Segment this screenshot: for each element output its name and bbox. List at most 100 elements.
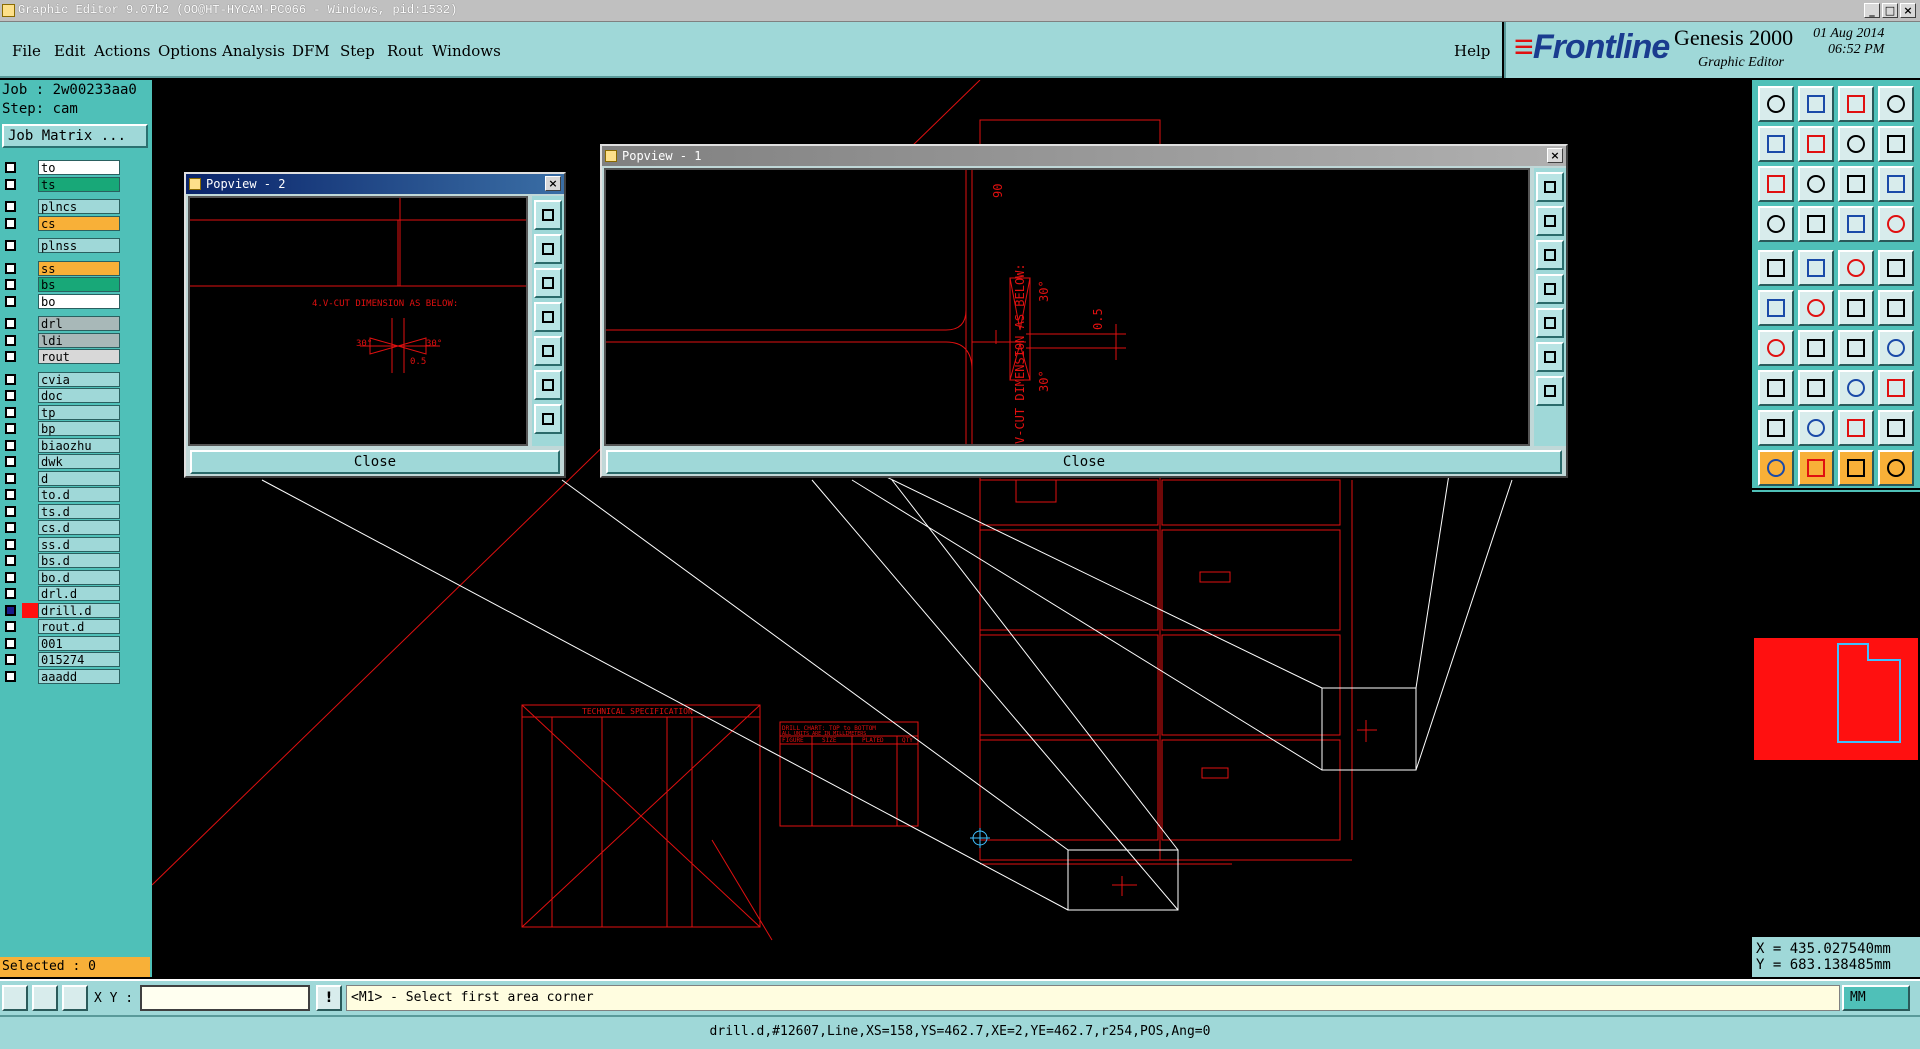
popview-1-canvas[interactable]: V-CUT DIMENSION AS BELOW: 30° 30° 0.5 90 [604, 168, 1530, 446]
polygon-c-icon[interactable] [1838, 410, 1874, 446]
popview-2-tool-pan-right[interactable] [534, 336, 562, 366]
layer-name[interactable]: 001 [38, 635, 120, 651]
layer-checkbox[interactable] [5, 406, 16, 418]
layer-row[interactable]: 015274 [2, 652, 120, 667]
menu-dfm[interactable]: DFM [292, 42, 330, 60]
menu-windows[interactable]: Windows [432, 42, 501, 60]
layer-checkbox[interactable] [5, 505, 16, 517]
split-view-icon[interactable] [1878, 86, 1914, 122]
popview-2-tool-pan-left[interactable] [534, 302, 562, 332]
menu-actions[interactable]: Actions [94, 42, 150, 60]
layer-row[interactable]: bp [2, 421, 120, 436]
pan-icon[interactable] [1838, 126, 1874, 162]
select-obj-icon[interactable] [1758, 250, 1794, 286]
layer-name[interactable]: aaadd [38, 668, 120, 684]
layer-checkbox[interactable] [5, 538, 16, 550]
menu-analysis[interactable]: Analysis [222, 42, 285, 60]
layer-checkbox[interactable] [5, 439, 16, 451]
polygon-b-icon[interactable] [1798, 410, 1834, 446]
layer-checkbox[interactable] [5, 279, 16, 290]
layer-name[interactable]: bp [38, 421, 120, 436]
move-out-icon[interactable] [1798, 126, 1834, 162]
layer-name[interactable]: bo.d [38, 569, 120, 585]
pointer-icon[interactable] [1758, 450, 1794, 486]
layer-name[interactable]: tp [38, 404, 120, 420]
layer-checkbox[interactable] [5, 588, 16, 599]
info-icon[interactable]: ! [316, 985, 342, 1011]
snap-icon[interactable] [1758, 206, 1794, 242]
popview-1-tool-pan-left[interactable] [1536, 274, 1564, 304]
scale-1-1-icon[interactable] [1838, 166, 1874, 202]
rotate-icon[interactable] [1838, 330, 1874, 366]
circle-icon[interactable] [1878, 250, 1914, 286]
layer-row[interactable]: to.d [2, 487, 120, 502]
popview-2-tool-pan-up[interactable] [534, 234, 562, 264]
layer-name[interactable]: cvia [38, 371, 120, 387]
mirror-icon[interactable] [1878, 330, 1914, 366]
layer-name[interactable]: cs.d [38, 520, 120, 535]
layer-row[interactable]: aaadd [2, 668, 120, 684]
layer-checkbox[interactable] [5, 522, 16, 533]
layer-row[interactable]: drill.d [2, 602, 120, 618]
layer-row[interactable]: rout [2, 349, 120, 364]
menu-edit[interactable]: Edit [54, 42, 85, 60]
layer-checkbox[interactable] [5, 423, 16, 434]
popview-2-tool-pan-down[interactable] [534, 268, 562, 298]
layer-row[interactable]: ldi [2, 332, 120, 348]
layer-checkbox[interactable] [5, 670, 16, 682]
maximize-button[interactable]: □ [1882, 3, 1898, 18]
xy-input[interactable] [140, 985, 310, 1011]
popview-1-close-x[interactable]: × [1547, 148, 1563, 163]
layer-name[interactable]: plncs [38, 199, 120, 214]
scale-icon[interactable] [1838, 250, 1874, 286]
layer-name[interactable]: drill.d [38, 602, 120, 618]
layer-row[interactable]: cs.d [2, 520, 120, 535]
pointer-a-icon[interactable] [1798, 450, 1834, 486]
layer-row[interactable]: bo [2, 293, 120, 309]
layer-checkbox[interactable] [5, 295, 16, 307]
popview-1-tool-fit[interactable] [1536, 172, 1564, 202]
layer-checkbox[interactable] [5, 604, 16, 616]
layer-row[interactable]: bs.d [2, 553, 120, 568]
layer-checkbox[interactable] [5, 334, 16, 346]
close-window-button[interactable]: × [1900, 3, 1916, 18]
layer-row[interactable]: to [2, 160, 120, 175]
layer-checkbox[interactable] [5, 217, 16, 229]
layer-name[interactable]: bs [38, 277, 120, 292]
popview-1-tool-zoom-in[interactable] [1536, 342, 1564, 372]
menu-options[interactable]: Options [158, 42, 217, 60]
move-in-icon[interactable] [1758, 126, 1794, 162]
cross-icon[interactable] [1798, 290, 1834, 326]
array-icon[interactable] [1878, 370, 1914, 406]
layer-row[interactable]: ts [2, 176, 120, 192]
layer-checkbox[interactable] [5, 201, 16, 212]
layer-name[interactable]: to.d [38, 487, 120, 502]
layer-name[interactable]: bs.d [38, 553, 120, 568]
popview-1-tool-zoom-out[interactable] [1536, 376, 1564, 406]
menu-file[interactable]: File [12, 42, 41, 60]
layer-name[interactable]: 015274 [38, 652, 120, 667]
layer-row[interactable]: bs [2, 277, 120, 292]
layer-checkbox[interactable] [5, 390, 16, 401]
layer-checkbox[interactable] [5, 240, 16, 251]
net-select-icon[interactable] [1878, 206, 1914, 242]
layer-name[interactable]: dwk [38, 454, 120, 469]
nodes-icon[interactable] [1758, 290, 1794, 326]
popview-2-close-button[interactable]: Close [190, 450, 560, 474]
layer-row[interactable]: ss.d [2, 536, 120, 552]
layer-checkbox[interactable] [5, 373, 16, 385]
popview-1-tool-pan-down[interactable] [1536, 240, 1564, 270]
layer-name[interactable]: rout.d [38, 619, 120, 634]
layer-checkbox[interactable] [5, 472, 16, 484]
layer-name[interactable]: to [38, 160, 120, 175]
line-move-icon[interactable] [1798, 370, 1834, 406]
layer-name[interactable]: plnss [38, 238, 120, 253]
layer-row[interactable]: d [2, 470, 120, 486]
layer-checkbox[interactable] [5, 262, 16, 274]
grid-icon[interactable] [62, 985, 88, 1011]
popview-2-canvas[interactable]: 4.V-CUT DIMENSION AS BELOW: 30° 30° 0.5 [188, 196, 528, 446]
zoom-area-icon[interactable] [1798, 166, 1834, 202]
layer-attr-icon[interactable] [1838, 206, 1874, 242]
popview-1-close-button[interactable]: Close [606, 450, 1562, 474]
popview-2-close-x[interactable]: × [545, 176, 561, 191]
